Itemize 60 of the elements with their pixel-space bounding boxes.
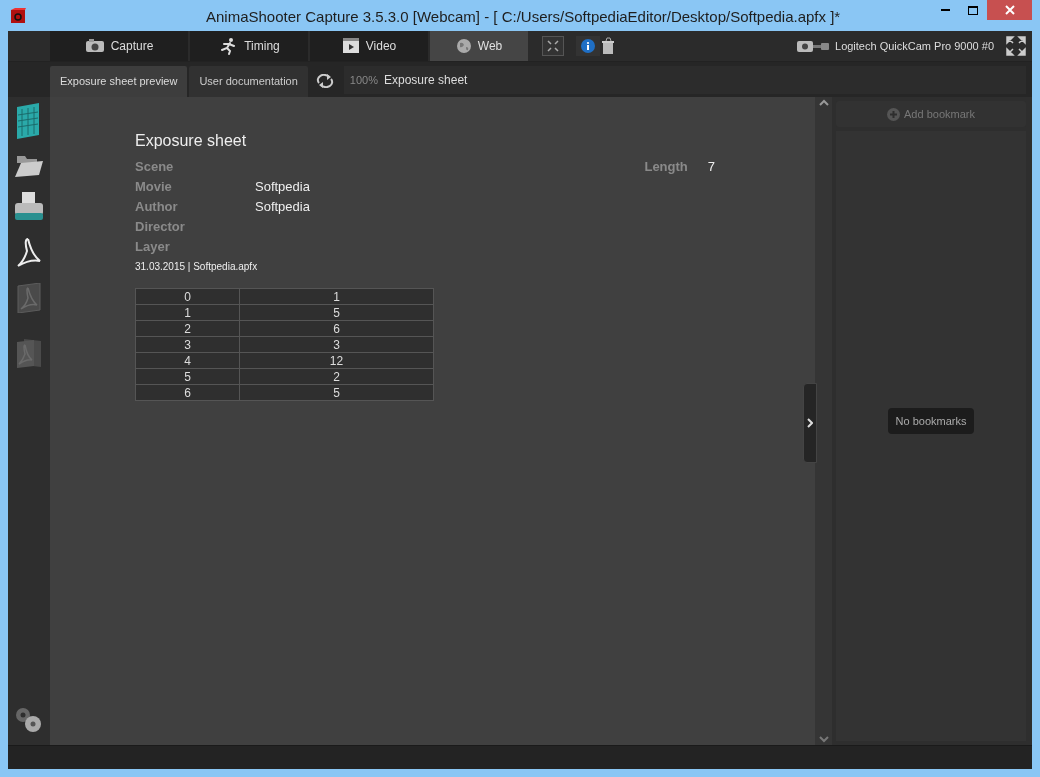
pdf-page-icon[interactable] (17, 283, 41, 313)
exposure-cell: 12 (239, 352, 434, 369)
empty-bookmarks-label: No bookmarks (887, 407, 975, 435)
film-icon (341, 38, 360, 54)
exposure-cell: 5 (239, 384, 434, 401)
app-logo-icon (10, 7, 26, 24)
frame-cell: 6 (135, 384, 240, 401)
frame-cell: 3 (135, 336, 240, 353)
sub-tab[interactable]: Exposure sheet preview (50, 66, 188, 97)
fit-screen-button[interactable] (542, 36, 564, 56)
close-button[interactable] (987, 0, 1032, 20)
close-icon (1004, 5, 1015, 15)
pdf-stack-icon[interactable] (16, 339, 42, 369)
sheet-title: Exposure sheet (135, 131, 248, 151)
main-tab[interactable]: Web (430, 31, 528, 61)
main-tab[interactable]: Capture (50, 31, 188, 61)
exposure-cell: 1 (239, 288, 434, 305)
frame-cell: 4 (135, 352, 240, 369)
main-tab[interactable]: Video (310, 31, 428, 61)
pdf-icon[interactable] (16, 237, 42, 269)
length-value: 7 (707, 158, 715, 177)
field-label: Scene (135, 158, 175, 177)
field-value: Softpedia (255, 198, 310, 217)
info-button[interactable] (576, 36, 600, 56)
panel-toggle-button[interactable] (803, 383, 817, 463)
frame-cell: 0 (135, 288, 240, 305)
frame-cell: 5 (135, 368, 240, 385)
exposure-cell: 5 (239, 304, 434, 321)
field-label: Director (135, 218, 186, 237)
field-label: Movie (135, 178, 173, 197)
folder-icon[interactable] (15, 153, 43, 177)
field-value: Softpedia (255, 178, 310, 197)
trash-icon[interactable] (602, 37, 614, 55)
webcam-icon (797, 40, 831, 52)
sheet-footer: 31.03.2015 | Softpedia.apfx (135, 259, 715, 274)
field-label: Layer (135, 238, 171, 257)
plus-icon (887, 107, 901, 121)
fullscreen-icon[interactable] (1006, 36, 1026, 56)
sub-tab[interactable]: User documentation (189, 66, 308, 97)
main-tab[interactable]: Timing (190, 31, 308, 61)
page-title: Exposure sheet (384, 72, 468, 89)
refresh-icon[interactable] (315, 74, 334, 88)
field-label: Author (135, 198, 179, 217)
globe-icon (455, 38, 472, 54)
exposure-cell: 3 (239, 336, 434, 353)
arrows-in-icon (547, 40, 559, 52)
zoom-level: 100% (349, 72, 378, 88)
camera-device-label: Logitech QuickCam Pro 9000 #0 (835, 38, 994, 54)
window-title: AnimaShooter Capture 3.5.3.0 [Webcam] - [ C:/Users/SoftpediaEditor/Desktop/Softpedia.apfx ]* (206, 7, 841, 27)
info-icon (581, 39, 595, 53)
printer-icon[interactable] (13, 191, 45, 223)
frame-cell: 2 (135, 320, 240, 337)
length-label: Length (644, 158, 688, 177)
scroll-down-icon[interactable] (818, 736, 829, 743)
camera-icon (84, 39, 105, 53)
exposure-cell: 2 (239, 368, 434, 385)
frame-cell: 1 (135, 304, 240, 321)
scroll-up-icon[interactable] (818, 99, 829, 106)
chevron-right-icon (807, 418, 813, 428)
exposure-cell: 6 (239, 320, 434, 337)
